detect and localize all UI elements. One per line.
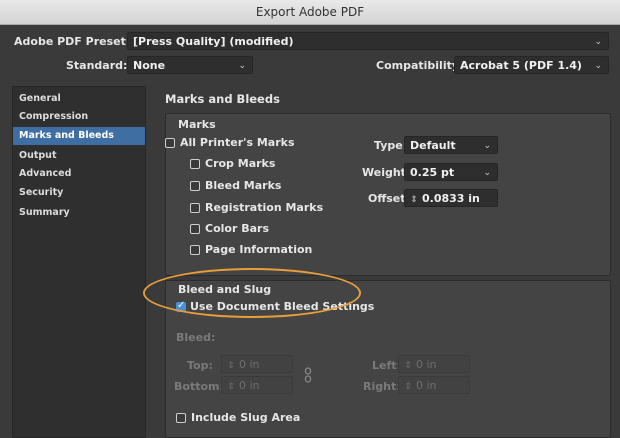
- top-field[interactable]: ⇕ 0 in: [221, 355, 293, 373]
- bottom-label: Bottom:: [174, 380, 224, 393]
- sidebar-item-general[interactable]: General: [13, 90, 145, 108]
- weight-dropdown[interactable]: 0.25 pt ⌄: [404, 163, 498, 181]
- right-label: Right:: [363, 380, 401, 393]
- right-value: 0 in: [416, 379, 437, 392]
- bottom-value: 0 in: [239, 379, 260, 392]
- right-field[interactable]: ⇕ 0 in: [398, 376, 470, 394]
- preset-value: [Press Quality] (modified): [133, 35, 294, 48]
- weight-value: 0.25 pt: [410, 166, 455, 179]
- compatibility-dropdown[interactable]: Acrobat 5 (PDF 1.4) ⌄: [454, 56, 609, 74]
- crop-marks-label: Crop Marks: [205, 157, 276, 170]
- color-bars-label: Color Bars: [205, 222, 269, 235]
- bleed-slug-title: Bleed and Slug: [178, 283, 272, 296]
- standard-dropdown[interactable]: None ⌄: [127, 56, 253, 74]
- page-information-label: Page Information: [205, 243, 313, 256]
- window-title: Export Adobe PDF: [0, 0, 620, 25]
- link-chain-icon[interactable]: [303, 367, 313, 383]
- sidebar-item-security[interactable]: Security: [13, 184, 145, 202]
- sidebar-item-compression[interactable]: Compression: [13, 108, 145, 126]
- registration-marks-label: Registration Marks: [205, 201, 324, 214]
- page-information-checkbox[interactable]: [190, 245, 200, 255]
- standard-value: None: [133, 59, 166, 72]
- bleed-label: Bleed:: [176, 331, 216, 344]
- bleed-marks-checkbox[interactable]: [190, 181, 200, 191]
- sidebar-item-marks-and-bleeds[interactable]: Marks and Bleeds: [13, 127, 145, 145]
- sidebar-item-label: General: [19, 93, 61, 104]
- compatibility-value: Acrobat 5 (PDF 1.4): [460, 59, 582, 72]
- stepper-icon[interactable]: ⇕: [403, 378, 413, 396]
- chevron-down-icon: ⌄: [594, 37, 602, 47]
- stepper-icon[interactable]: ⇕: [409, 191, 419, 209]
- left-value: 0 in: [416, 358, 437, 371]
- compatibility-label: Compatibility:: [376, 59, 464, 72]
- chevron-down-icon: ⌄: [483, 168, 491, 178]
- type-dropdown[interactable]: Default ⌄: [404, 136, 498, 154]
- offset-field[interactable]: ⇕ 0.0833 in: [404, 189, 498, 207]
- sidebar-item-output[interactable]: Output: [13, 147, 145, 165]
- offset-value: 0.0833 in: [422, 192, 480, 205]
- sidebar-item-label: Security: [19, 187, 64, 198]
- preset-label: Adobe PDF Preset:: [14, 35, 131, 48]
- sidebar-item-label: Output: [19, 150, 57, 161]
- color-bars-checkbox[interactable]: [190, 224, 200, 234]
- chevron-down-icon: ⌄: [238, 61, 246, 71]
- marks-title: Marks: [178, 118, 216, 131]
- left-field[interactable]: ⇕ 0 in: [398, 355, 470, 373]
- all-printers-marks-label: All Printer's Marks: [180, 136, 295, 149]
- sidebar-item-label: Compression: [19, 111, 89, 122]
- include-slug-label: Include Slug Area: [191, 411, 301, 424]
- sidebar-item-label: Summary: [19, 207, 70, 218]
- bottom-field[interactable]: ⇕ 0 in: [221, 376, 293, 394]
- use-document-bleed-checkbox[interactable]: [176, 300, 186, 312]
- stepper-icon[interactable]: ⇕: [403, 357, 413, 375]
- sidebar-item-summary[interactable]: Summary: [13, 204, 145, 222]
- sidebar: General Compression Marks and Bleeds Out…: [12, 86, 146, 438]
- chevron-down-icon: ⌄: [594, 61, 602, 71]
- registration-marks-checkbox[interactable]: [190, 203, 200, 213]
- stepper-icon[interactable]: ⇕: [226, 357, 236, 375]
- export-pdf-dialog: Export Adobe PDF Adobe PDF Preset: [Pres…: [0, 0, 620, 438]
- top-value: 0 in: [239, 358, 260, 371]
- left-label: Left:: [372, 359, 401, 372]
- stepper-icon[interactable]: ⇕: [226, 378, 236, 396]
- type-value: Default: [410, 139, 456, 152]
- sidebar-item-advanced[interactable]: Advanced: [13, 165, 145, 183]
- crop-marks-checkbox[interactable]: [190, 159, 200, 169]
- section-title: Marks and Bleeds: [165, 92, 280, 106]
- chevron-down-icon: ⌄: [483, 141, 491, 151]
- include-slug-checkbox[interactable]: [176, 413, 186, 423]
- sidebar-item-label: Marks and Bleeds: [19, 130, 114, 141]
- preset-dropdown[interactable]: [Press Quality] (modified) ⌄: [127, 32, 609, 50]
- link-chain-icon: [304, 367, 312, 383]
- use-document-bleed-label: Use Document Bleed Settings: [190, 300, 375, 313]
- standard-label: Standard:: [66, 59, 128, 72]
- top-label: Top:: [187, 359, 213, 372]
- sidebar-item-label: Advanced: [19, 168, 72, 179]
- all-printers-marks-checkbox[interactable]: [165, 138, 175, 148]
- type-label: Type:: [374, 139, 408, 152]
- bleed-marks-label: Bleed Marks: [205, 179, 282, 192]
